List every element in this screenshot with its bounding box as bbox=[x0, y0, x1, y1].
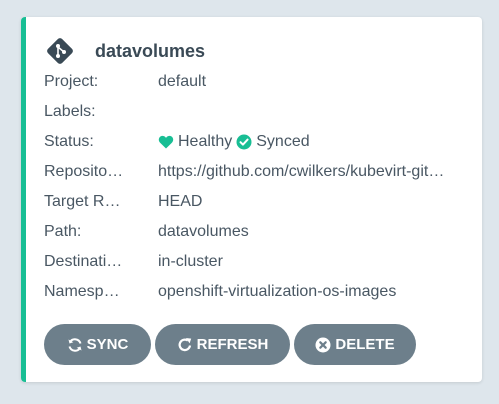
field-value: openshift-virtualization-os-images bbox=[158, 283, 397, 300]
check-circle-icon bbox=[236, 134, 252, 150]
sync-status-text: Synced bbox=[256, 133, 310, 150]
refresh-icon bbox=[178, 337, 191, 351]
app-title[interactable]: datavolumes bbox=[95, 41, 205, 62]
heart-icon bbox=[158, 135, 174, 149]
delete-button[interactable]: DELETE bbox=[294, 324, 416, 365]
refresh-button[interactable]: REFRESH bbox=[155, 324, 290, 365]
delete-button-label: DELETE bbox=[335, 336, 395, 353]
field-status: Status: Healthy Synced bbox=[44, 130, 458, 154]
field-destination: Destinati… in-cluster bbox=[44, 250, 458, 274]
field-value: in-cluster bbox=[158, 253, 223, 270]
application-card[interactable]: datavolumes Project: default Labels: Sta… bbox=[21, 17, 482, 382]
refresh-button-label: REFRESH bbox=[196, 336, 269, 353]
field-label: Labels: bbox=[44, 103, 96, 120]
field-label: Destinati… bbox=[44, 253, 123, 270]
field-label: Namesp… bbox=[44, 283, 120, 300]
sync-button-label: SYNC bbox=[86, 336, 129, 353]
field-label: Target R… bbox=[44, 193, 121, 210]
field-project: Project: default bbox=[44, 70, 458, 94]
git-icon bbox=[47, 38, 73, 64]
health-accent-bar bbox=[21, 17, 26, 382]
status-value: Healthy Synced bbox=[158, 133, 458, 151]
repository-url[interactable]: https://github.com/cwilkers/kubevirt-git… bbox=[158, 163, 458, 181]
field-target-revision: Target R… HEAD bbox=[44, 190, 458, 214]
field-value: datavolumes bbox=[158, 223, 249, 240]
field-label: Path: bbox=[44, 223, 82, 240]
card-header: datavolumes bbox=[45, 37, 205, 65]
action-buttons: SYNC REFRESH DELETE bbox=[44, 324, 420, 365]
health-status-text: Healthy bbox=[178, 133, 233, 150]
field-value: default bbox=[158, 73, 207, 90]
field-path: Path: datavolumes bbox=[44, 220, 458, 244]
field-label: Project: bbox=[44, 73, 99, 90]
field-value: HEAD bbox=[158, 193, 203, 210]
field-labels: Labels: bbox=[44, 100, 458, 124]
field-label: Status: bbox=[44, 133, 94, 150]
sync-icon bbox=[68, 337, 82, 352]
field-repository: Reposito… https://github.com/cwilkers/ku… bbox=[44, 160, 458, 184]
sync-button[interactable]: SYNC bbox=[44, 324, 151, 365]
times-circle-icon bbox=[315, 337, 331, 352]
field-label: Reposito… bbox=[44, 163, 124, 180]
field-namespace: Namesp… openshift-virtualization-os-imag… bbox=[44, 280, 458, 304]
